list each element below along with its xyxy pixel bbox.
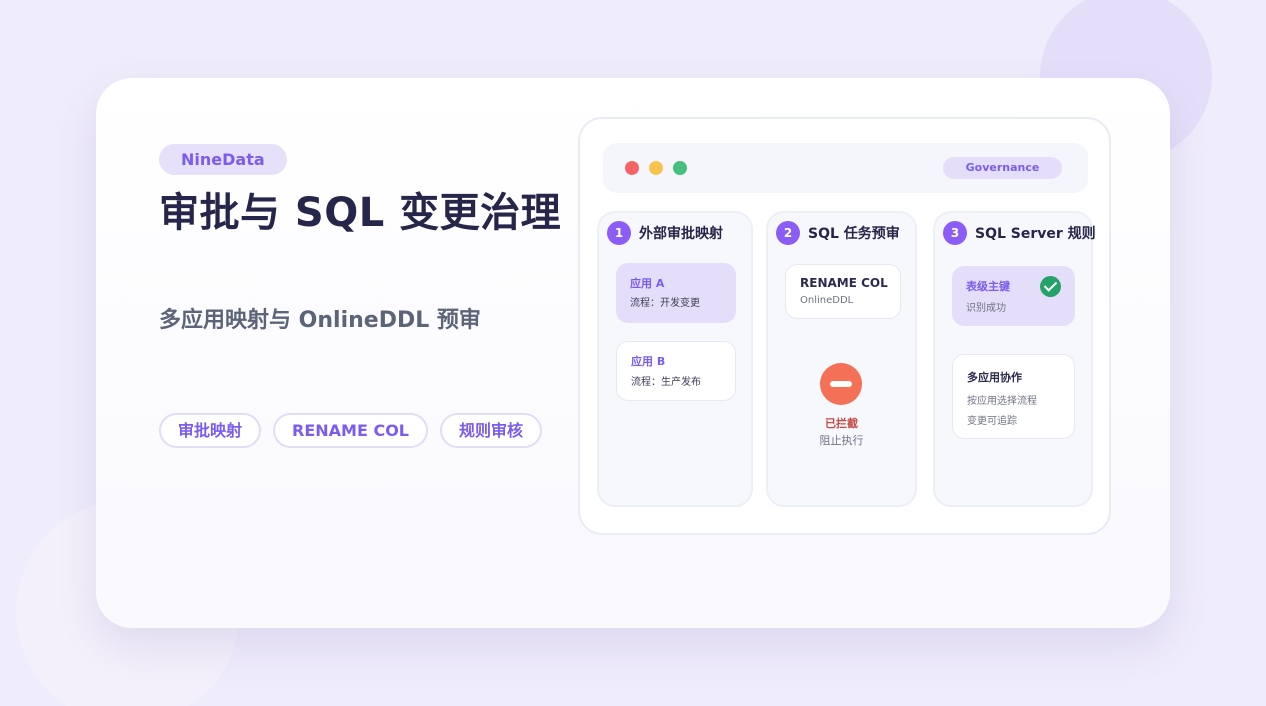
- app-a-flow: 流程：开发变更: [630, 298, 700, 309]
- column-approval-mapping: 1 外部审批映射 应用 A 流程：开发变更 应用 B 流程：生产发布: [597, 211, 753, 507]
- column-sqlserver-rules: 3 SQL Server 规则 表级主键 识别成功 多应用协作 按应用选择流程 …: [933, 211, 1096, 507]
- tag-list: 审批映射 RENAME COL 规则审核: [159, 413, 543, 448]
- sql-mode: OnlineDDL: [800, 295, 854, 306]
- rename-col-card: RENAME COL OnlineDDL: [785, 264, 901, 319]
- column-header: 3 SQL Server 规则: [943, 221, 1096, 245]
- page-title: 审批与 SQL 变更治理: [159, 190, 562, 236]
- app-b-name: 应用 B: [631, 355, 666, 368]
- column-title: 外部审批映射: [639, 226, 723, 242]
- main-card: NineData 审批与 SQL 变更治理 多应用映射与 OnlineDDL 预…: [96, 78, 1170, 628]
- app-a-card: 应用 A 流程：开发变更: [616, 263, 736, 323]
- window-titlebar: Governance: [603, 143, 1088, 193]
- step-number-badge: 2: [776, 221, 800, 245]
- governance-window: Governance 1 外部审批映射 应用 A 流程：开发变更 应用 B 流程…: [578, 117, 1111, 535]
- minimize-dot-icon: [649, 161, 663, 175]
- app-b-flow: 流程：生产发布: [631, 377, 701, 388]
- collab-line-1: 按应用选择流程: [967, 396, 1037, 407]
- maximize-dot-icon: [673, 161, 687, 175]
- tag-approval-mapping: 审批映射: [159, 413, 262, 448]
- check-circle-icon: [1040, 276, 1061, 297]
- column-title: SQL 任务预审: [808, 226, 900, 242]
- column-sql-precheck: 2 SQL 任务预审 RENAME COL OnlineDDL 已拦截 阻止执行: [766, 211, 917, 507]
- multi-app-card: 多应用协作 按应用选择流程 变更可追踪: [952, 354, 1075, 439]
- close-dot-icon: [625, 161, 639, 175]
- page-subtitle: 多应用映射与 OnlineDDL 预审: [159, 308, 481, 333]
- column-header: 1 外部审批映射: [607, 221, 723, 245]
- blocked-description: 阻止执行: [819, 434, 864, 447]
- app-a-name: 应用 A: [630, 277, 665, 290]
- column-header: 2 SQL 任务预审: [776, 221, 900, 245]
- step-number-badge: 1: [607, 221, 631, 245]
- governance-badge: Governance: [943, 157, 1062, 179]
- brand-badge: NineData: [159, 144, 287, 175]
- app-b-card: 应用 B 流程：生产发布: [616, 341, 736, 401]
- rule-name: 表级主键: [966, 280, 1010, 293]
- blocked-icon: [820, 363, 862, 405]
- slide: NineData 审批与 SQL 变更治理 多应用映射与 OnlineDDL 预…: [0, 0, 1266, 706]
- rule-result: 识别成功: [966, 303, 1006, 314]
- step-number-badge: 3: [943, 221, 967, 245]
- primary-key-card: 表级主键 识别成功: [952, 266, 1075, 326]
- blocked-status: 已拦截: [825, 417, 858, 430]
- sql-operation: RENAME COL: [800, 276, 888, 290]
- tag-rule-review: 规则审核: [440, 413, 543, 448]
- collab-line-2: 变更可追踪: [967, 416, 1017, 427]
- column-title: SQL Server 规则: [975, 226, 1096, 242]
- tag-rename-col: RENAME COL: [273, 413, 428, 448]
- collab-title: 多应用协作: [967, 371, 1022, 384]
